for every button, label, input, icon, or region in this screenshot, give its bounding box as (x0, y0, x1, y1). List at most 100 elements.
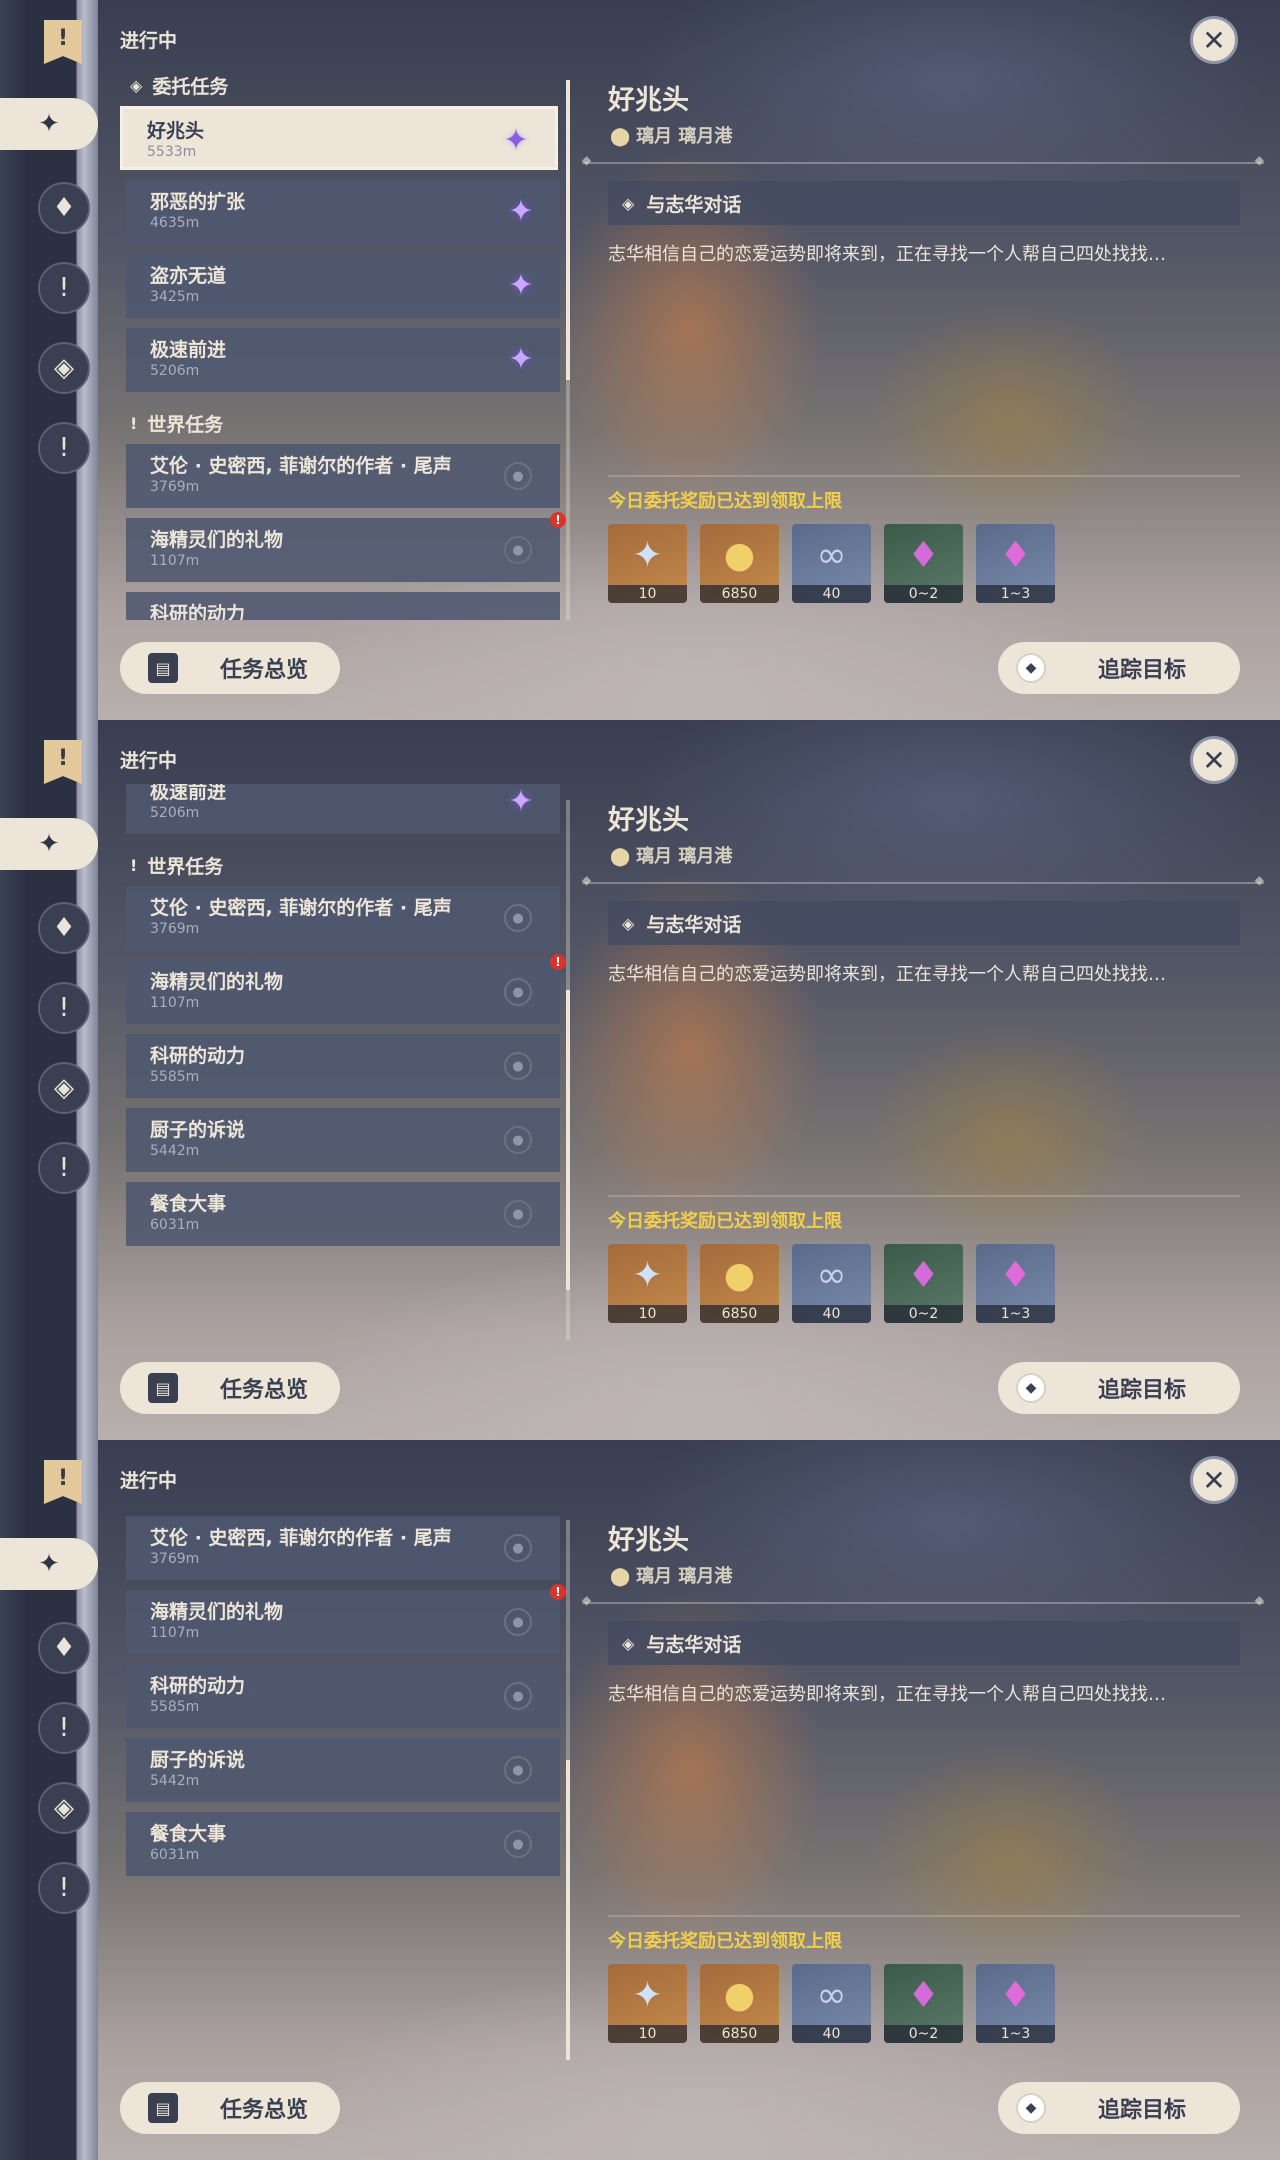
quest-item[interactable]: 海精灵们的礼物 1107m ● ! (126, 954, 566, 1024)
detail-location: ⬤ 璃月 璃月港 (610, 122, 732, 148)
quest-flag-icon[interactable]: ! (44, 1460, 82, 1504)
story-quest-tab-icon[interactable]: ! (38, 1702, 90, 1754)
reward-count: 1~3 (976, 1305, 1055, 1323)
location-text: 璃月 璃月港 (636, 1566, 733, 1587)
reward-item[interactable]: ♦ 0~2 (884, 524, 963, 603)
quest-list[interactable]: ◈ 委托任务 好兆头 5533m ✦ 邪恶的扩张 4635m ✦ 盗亦无道 342… (120, 64, 566, 620)
quest-flag-icon[interactable]: ! (44, 740, 82, 784)
quest-list[interactable]: 极速前进 5206m ✦ ! 世界任务 艾伦 · 史密西, 菲谢尔的作者 · 尾声… (120, 784, 566, 1340)
quest-item[interactable]: 餐食大事 6031m ● (126, 1812, 560, 1876)
archon-quest-tab-icon[interactable]: ♦ (38, 182, 90, 234)
reward-item[interactable]: ✦ 10 (608, 1244, 687, 1323)
commission-tab-icon[interactable]: ✦ (0, 98, 98, 150)
location-text: 璃月 璃月港 (636, 846, 733, 867)
reward-item[interactable]: ♦ 0~2 (884, 1244, 963, 1323)
exp-icon: ∞ (816, 1254, 847, 1296)
reward-item[interactable]: ♦ 1~3 (976, 524, 1055, 603)
quest-item[interactable]: 艾伦 · 史密西, 菲谢尔的作者 · 尾声 3769m ● (126, 886, 560, 950)
divider (582, 153, 1264, 167)
archon-quest-tab-icon[interactable]: ♦ (38, 902, 90, 954)
objective-diamond-icon: ◈ (622, 1633, 635, 1653)
quest-item[interactable]: 海精灵们的礼物 1107m ● ! (126, 1584, 566, 1654)
reward-item[interactable]: ∞ 40 (792, 1244, 871, 1323)
location-pin-icon: ● (504, 1200, 532, 1228)
divider (582, 873, 1264, 887)
quest-item-selected[interactable]: 好兆头 5533m ✦ (120, 106, 558, 170)
quest-item[interactable]: 科研的动力 5585m ● (126, 1664, 560, 1728)
in-progress-title: 进行中 (120, 1470, 178, 1492)
quest-item[interactable]: 科研的动力 5585m ● (126, 1034, 560, 1098)
overview-icon: ▤ (148, 1373, 178, 1403)
list-scrollbar[interactable] (566, 800, 570, 1340)
reward-limit-note: 今日委托奖励已达到领取上限 (608, 491, 842, 512)
quest-item[interactable]: 邪恶的扩张 4635m ✦ (126, 180, 560, 244)
crystal-cluster-icon: ♦ (999, 534, 1032, 576)
scroll-thumb[interactable] (566, 990, 570, 1290)
list-scrollbar[interactable] (566, 80, 570, 620)
quest-name: 科研的动力 (150, 1675, 246, 1697)
reward-item[interactable]: ● 6850 (700, 1244, 779, 1323)
reward-count: 0~2 (884, 585, 963, 603)
quest-item[interactable]: 艾伦 · 史密西, 菲谢尔的作者 · 尾声 3769m ● (126, 1516, 560, 1580)
story-quest-tab-icon[interactable]: ! (38, 262, 90, 314)
reward-item[interactable]: ● 6850 (700, 1964, 779, 2043)
location-pin-icon: ● (504, 462, 532, 490)
quest-detail: 好兆头 ⬤璃月 璃月港 ◈ 与志华对话 志华相信自己的恋爱运势即将来到，正在寻找一… (582, 1440, 1264, 2160)
reward-item[interactable]: ✦ 10 (608, 1964, 687, 2043)
list-scrollbar[interactable] (566, 1520, 570, 2060)
track-objective-button[interactable]: ◆ 追踪目标 (998, 1362, 1240, 1414)
quest-distance: 5442m (150, 1143, 200, 1159)
quest-distance: 5533m (147, 144, 197, 160)
quest-item[interactable]: 艾伦 · 史密西, 菲谢尔的作者 · 尾声 3769m ● (126, 444, 560, 508)
event-quest-tab-icon[interactable]: ◈ (38, 1782, 90, 1834)
quest-name: 艾伦 · 史密西, 菲谢尔的作者 · 尾声 (150, 1527, 452, 1549)
event-quest-tab-icon[interactable]: ◈ (38, 342, 90, 394)
divider (582, 1593, 1264, 1607)
reward-item[interactable]: ♦ 1~3 (976, 1964, 1055, 2043)
quest-name: 艾伦 · 史密西, 菲谢尔的作者 · 尾声 (150, 455, 452, 477)
quest-item[interactable]: 厨子的诉说 5442m ● (126, 1108, 560, 1172)
quest-item[interactable]: 餐食大事 6031m ● (126, 1182, 560, 1246)
world-section-header: ! 世界任务 (120, 402, 566, 444)
archon-quest-tab-icon[interactable]: ♦ (38, 1622, 90, 1674)
mora-icon: ● (723, 1254, 756, 1296)
track-objective-button[interactable]: ◆ 追踪目标 (998, 642, 1240, 694)
reward-count: 40 (792, 1305, 871, 1323)
location-pin-icon: ● (504, 1052, 532, 1080)
quest-item[interactable]: 盗亦无道 3425m ✦ (126, 254, 560, 318)
world-quest-tab-icon[interactable]: ! (38, 1862, 90, 1914)
reward-item[interactable]: ∞ 40 (792, 524, 871, 603)
quest-overview-button[interactable]: ▤ 任务总览 (120, 2082, 340, 2134)
event-quest-tab-icon[interactable]: ◈ (38, 1062, 90, 1114)
world-quest-tab-icon[interactable]: ! (38, 422, 90, 474)
quest-overview-button[interactable]: ▤ 任务总览 (120, 642, 340, 694)
reward-item[interactable]: ● 6850 (700, 524, 779, 603)
commission-tab-icon[interactable]: ✦ (0, 1538, 98, 1590)
reward-item[interactable]: ♦ 0~2 (884, 1964, 963, 2043)
scroll-thumb[interactable] (566, 80, 570, 380)
in-progress-title: 进行中 (120, 30, 178, 52)
scroll-thumb[interactable] (566, 1760, 570, 2060)
reward-item[interactable]: ♦ 1~3 (976, 1244, 1055, 1323)
commission-tab-icon[interactable]: ✦ (0, 818, 98, 870)
quest-flag-icon[interactable]: ! (44, 20, 82, 64)
reward-item[interactable]: ∞ 40 (792, 1964, 871, 2043)
quest-distance: 1107m (150, 553, 200, 569)
reward-item[interactable]: ✦ 10 (608, 524, 687, 603)
quest-list[interactable]: 艾伦 · 史密西, 菲谢尔的作者 · 尾声 3769m ● 海精灵们的礼物 11… (120, 1504, 566, 2060)
commission-diamond-icon: ◈ (130, 75, 143, 95)
quest-overview-button[interactable]: ▤ 任务总览 (120, 1362, 340, 1414)
quest-item[interactable]: 厨子的诉说 5442m ● (126, 1738, 560, 1802)
quest-item[interactable]: 极速前进 5206m ✦ (126, 328, 560, 392)
quest-item[interactable]: 海精灵们的礼物 1107m ● ! (126, 512, 566, 582)
exp-icon: ∞ (816, 534, 847, 576)
quest-item[interactable]: 极速前进 5206m ✦ (126, 784, 560, 834)
track-objective-button[interactable]: ◆ 追踪目标 (998, 2082, 1240, 2134)
objective-bar: ◈ 与志华对话 (608, 1621, 1240, 1665)
quest-distance: 1107m (150, 1625, 200, 1641)
quest-item[interactable]: 科研的动力 5585m (126, 592, 560, 620)
location-pin-icon: ● (504, 1756, 532, 1784)
world-quest-tab-icon[interactable]: ! (38, 1142, 90, 1194)
quest-distance: 3769m (150, 1551, 200, 1567)
story-quest-tab-icon[interactable]: ! (38, 982, 90, 1034)
